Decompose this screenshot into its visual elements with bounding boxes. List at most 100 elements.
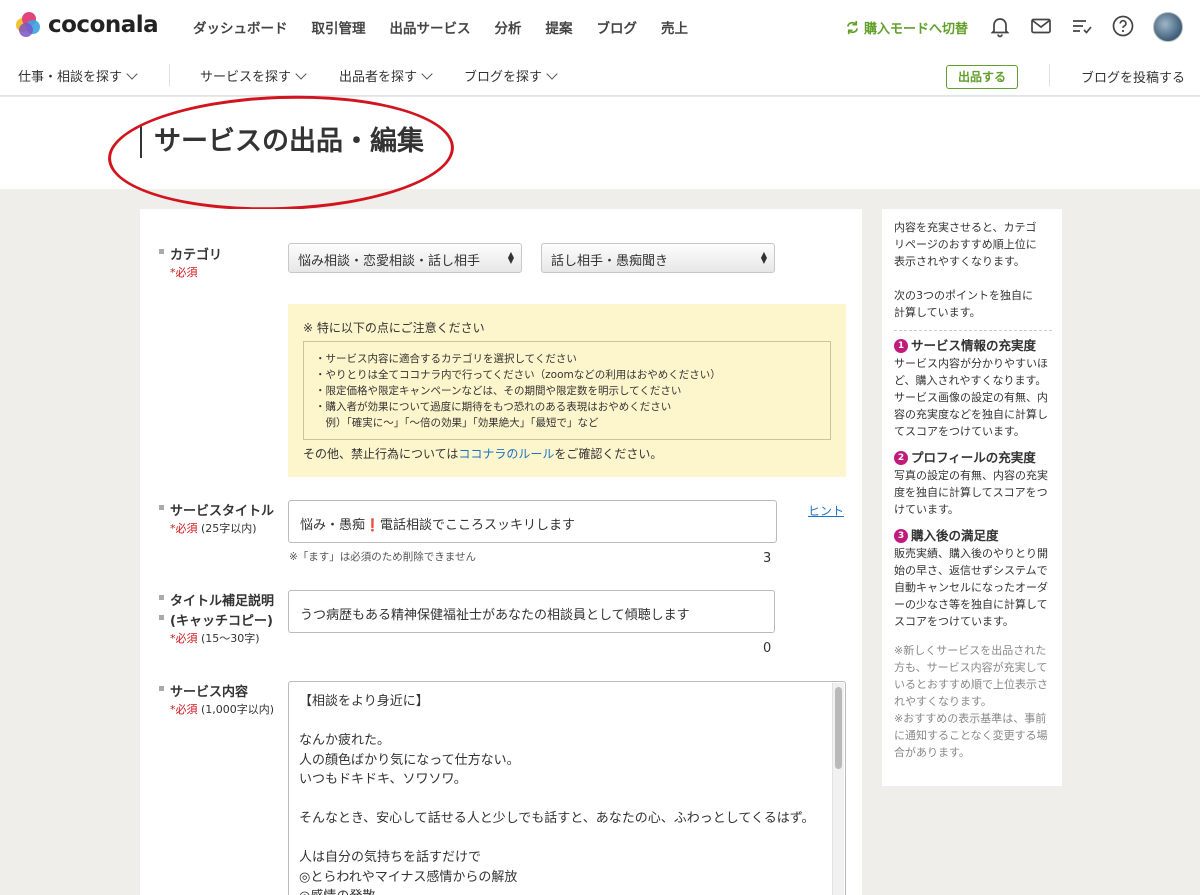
side-intro-line: 計算しています。 <box>894 306 981 319</box>
point-heading: 3 購入後の満足度 <box>894 527 1052 545</box>
content-line: ◎感情の発散 <box>299 887 845 895</box>
required-mark: *必須 <box>170 632 198 645</box>
footnote-line: いるとおすすめ順で上位表示さ <box>894 678 1048 691</box>
footnote-line: ※おすすめの表示基準は、事前 <box>894 712 1047 725</box>
buyer-mode-label: 購入モードへ切替 <box>864 22 969 37</box>
title-note: ※「ます」は必須のため削除できません <box>289 551 476 563</box>
content-line: 【相談をより身近に】 <box>299 694 429 709</box>
subnav-find-blogs-label: ブログを探す <box>464 70 543 85</box>
footnote-line: れやすくなります。 <box>894 695 992 708</box>
point-line: 写真の設定の有無、内容の充実 <box>894 469 1048 482</box>
chevron-down-icon <box>546 67 558 80</box>
side-intro-line: 次の3つのポイントを独自に <box>894 289 1033 302</box>
subnav-find-jobs[interactable]: 仕事・相談を探す <box>18 66 138 85</box>
notice-footer-pre: その他、禁止行為については <box>303 447 459 461</box>
textarea-scrollbar[interactable] <box>832 683 844 895</box>
caution-notice: ※ 特に以下の点にご注意ください ・サービス内容に適合するカテゴリを選択してくだ… <box>288 304 846 477</box>
main-nav: ダッシュボード 取引管理 出品サービス 分析 提案 ブログ 売上 <box>193 17 712 37</box>
content-line <box>299 712 845 732</box>
notice-item: ・やりとりは全てココナラ内で行ってください（zoomなどの利用はおやめください） <box>315 369 721 381</box>
hint-link[interactable]: ヒント <box>808 502 844 519</box>
title-char-count: 3 <box>763 551 772 566</box>
point-line: 容の充実度などを独自に計算し <box>894 408 1048 421</box>
mail-icon[interactable] <box>1029 14 1053 38</box>
content-line: いつもドキドキ、ソワソワ。 <box>299 772 467 787</box>
select-arrows-icon: ▲ ▼ <box>507 250 514 265</box>
nav-dashboard[interactable]: ダッシュボード <box>193 17 288 37</box>
point-line: スコアをつけています。 <box>894 615 1014 628</box>
title-value-pre: 悩み・愚痴 <box>300 518 366 533</box>
service-content-required: *必須 (1,000字以内) <box>170 701 274 717</box>
nav-sales[interactable]: 売上 <box>661 17 688 37</box>
nav-services[interactable]: 出品サービス <box>390 17 471 37</box>
catch-copy-sublabel: (キャッチコピー) <box>159 610 273 629</box>
notice-footer-post: をご確認ください。 <box>554 447 663 461</box>
category-secondary-select[interactable]: 話し相手・愚痴聞き ▲ ▼ <box>541 243 775 273</box>
point-line: てスコアをつけています。 <box>894 425 1025 438</box>
required-mark: *必須 <box>170 522 198 535</box>
footnote-line: ※新しくサービスを出品された <box>894 644 1047 657</box>
service-content-textarea[interactable]: 【相談をより身近に】 なんか疲れた。 人の顔色ばかり気になって仕方ない。 いつも… <box>288 681 846 895</box>
logo-text: coconala <box>48 12 159 38</box>
catch-copy-label: タイトル補足説明 <box>158 590 274 609</box>
point-line: 度を独自に計算してスコアをつ <box>894 486 1048 499</box>
footnote-line: 合があります。 <box>894 746 970 759</box>
number-badge-icon: 2 <box>894 451 908 465</box>
exclamation-icon: ❗ <box>365 518 380 532</box>
notice-item: ・購入者が効果について過度に期待をもつ恐れのある表現はおやめください <box>315 401 672 413</box>
coconala-logo[interactable]: coconala <box>16 12 159 38</box>
nav-proposals[interactable]: 提案 <box>546 17 573 37</box>
bell-icon[interactable] <box>988 14 1012 38</box>
todo-list-icon[interactable] <box>1070 14 1094 38</box>
service-title-input[interactable]: 悩み・愚痴❗電話相談でこころスッキリします <box>288 500 777 543</box>
subnav-find-blogs[interactable]: ブログを探す <box>464 66 558 85</box>
catch-copy-value: うつ病歴もある精神保健福祉士があなたの相談員として傾聴します <box>300 608 690 623</box>
content-line: なんか疲れた。 <box>299 733 391 748</box>
user-avatar[interactable] <box>1153 12 1183 42</box>
nav-blog[interactable]: ブログ <box>597 17 638 37</box>
content-line: ◎とらわれやマイナス感情からの解放 <box>299 869 518 885</box>
subnav-find-services-label: サービスを探す <box>200 70 292 85</box>
point-line: 始の早さ、返信せずシステムで <box>894 564 1048 577</box>
subnav-find-jobs-label: 仕事・相談を探す <box>18 70 123 85</box>
subnav-find-services[interactable]: サービスを探す <box>200 66 307 85</box>
nav-analytics[interactable]: 分析 <box>495 17 522 37</box>
buyer-mode-switch[interactable]: 購入モードへ切替 <box>845 18 968 37</box>
chevron-down-icon <box>295 67 307 80</box>
divider <box>1049 64 1050 86</box>
required-mark: *必須 <box>170 703 198 716</box>
point-line: 販売実績、購入後のやりとり開 <box>894 547 1048 560</box>
footnote-line: に通知することなく変更する場 <box>894 729 1048 742</box>
subnav-find-sellers[interactable]: 出品者を探す <box>339 66 433 85</box>
coconala-rules-link[interactable]: ココナラのルール <box>458 447 554 461</box>
content-line: 人の顔色ばかり気になって仕方ない。 <box>299 752 520 768</box>
number-badge-icon: 1 <box>894 339 908 353</box>
subnav-find-sellers-label: 出品者を探す <box>339 70 418 85</box>
point-heading: 2 プロフィールの充実度 <box>894 449 1052 467</box>
scrollbar-thumb[interactable] <box>835 687 842 769</box>
recommendation-sidebar: 内容を充実させると、カテゴ リページのおすすめ順上位に 表示されやすくなります。… <box>882 209 1062 786</box>
help-icon[interactable] <box>1111 14 1135 38</box>
logo-mark-icon <box>16 12 42 38</box>
side-intro-line: リページのおすすめ順上位に <box>894 238 1037 251</box>
divider <box>169 64 170 86</box>
top-header: coconala ダッシュボード 取引管理 出品サービス 分析 提案 ブログ 売… <box>0 0 1200 52</box>
char-limit: (15〜30字) <box>201 632 260 645</box>
side-intro-line: 表示されやすくなります。 <box>894 255 1025 268</box>
content-line <box>299 790 845 810</box>
notice-item: ・サービス内容に適合するカテゴリを選択してください <box>315 353 577 365</box>
title-value-post: 電話相談でこころスッキリします <box>379 518 575 533</box>
notice-item: ・限定価格や限定キャンペーンなどは、その期間や限定数を明示してください <box>315 385 682 397</box>
select-arrows-icon: ▲ ▼ <box>760 250 767 265</box>
category-primary-select[interactable]: 悩み相談・恋愛相談・話し相手 ▲ ▼ <box>288 243 522 273</box>
point-line: ーの少なさ等を独自に計算して <box>894 598 1048 611</box>
post-service-button[interactable]: 出品する <box>946 65 1018 89</box>
post-blog-link[interactable]: ブログを投稿する <box>1081 67 1185 86</box>
footnote-line: 方も、サービス内容が充実して <box>894 661 1048 674</box>
nav-transactions[interactable]: 取引管理 <box>312 17 366 37</box>
category-primary-value: 悩み相談・恋愛相談・話し相手 <box>298 254 481 269</box>
catch-copy-input[interactable]: うつ病歴もある精神保健福祉士があなたの相談員として傾聴します <box>288 590 775 633</box>
switch-arrows-icon <box>846 20 859 35</box>
point-line: サービス画像の設定の有無、内 <box>894 391 1048 404</box>
point-line: けています。 <box>894 503 959 516</box>
